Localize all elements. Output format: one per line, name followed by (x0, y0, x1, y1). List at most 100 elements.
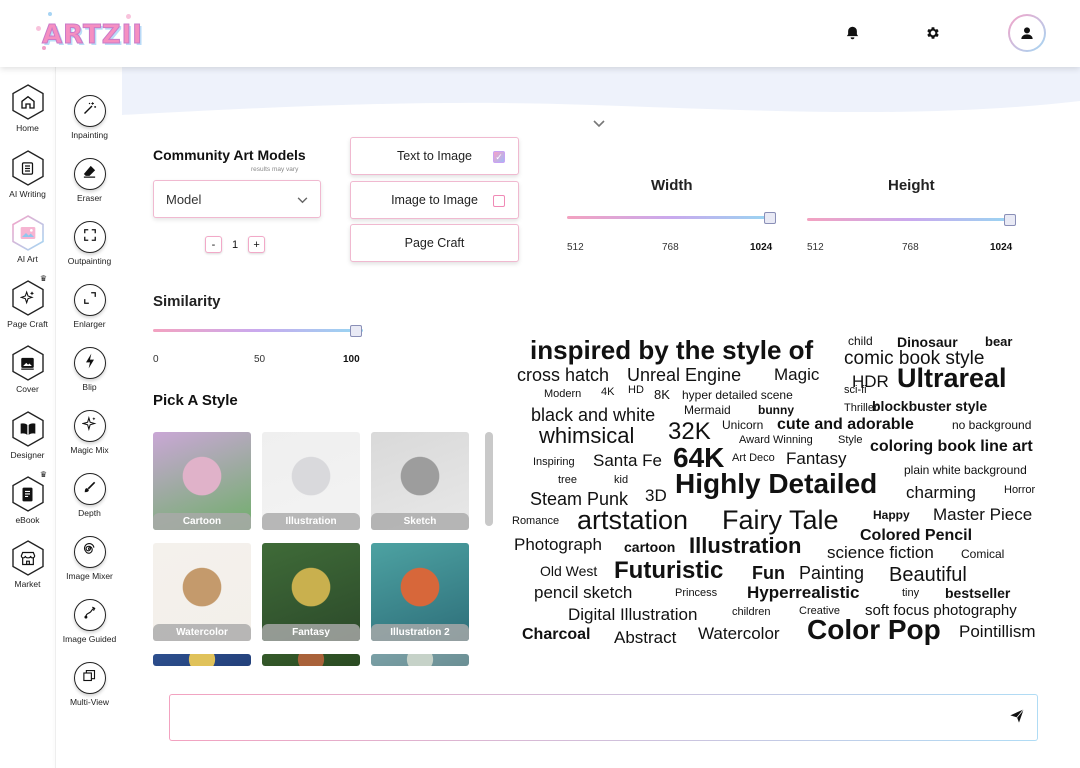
nav-ebook[interactable]: ♛ eBook (0, 470, 55, 525)
cloud-keyword[interactable]: Highly Detailed (675, 470, 877, 498)
cloud-keyword[interactable]: Fun (752, 564, 785, 582)
cloud-keyword[interactable]: Ultrareal (897, 365, 1007, 392)
cloud-keyword[interactable]: Photograph (514, 536, 602, 553)
cloud-keyword[interactable]: pencil sketch (534, 584, 632, 601)
cloud-keyword[interactable]: Fairy Tale (722, 507, 839, 534)
cloud-keyword[interactable]: plain white background (904, 464, 1027, 476)
text-to-image-button[interactable]: Text to Image ✓ (350, 137, 519, 175)
cloud-keyword[interactable]: Inspiring (533, 457, 575, 468)
cloud-keyword[interactable]: Happy (873, 509, 910, 521)
tool-inpainting[interactable]: Inpainting (56, 95, 123, 140)
cloud-keyword[interactable]: sci-fi (844, 385, 867, 396)
cloud-keyword[interactable]: blockbuster style (872, 399, 987, 413)
tool-depth[interactable]: Depth (56, 473, 123, 518)
cloud-keyword[interactable]: child (848, 335, 873, 347)
cloud-keyword[interactable]: coloring book line art (870, 439, 1033, 455)
cloud-keyword[interactable]: Colored Pencil (860, 528, 972, 544)
cloud-keyword[interactable]: cartoon (624, 540, 675, 554)
nav-market[interactable]: Market (0, 540, 55, 589)
cloud-keyword[interactable]: whimsical (539, 425, 634, 447)
cloud-keyword[interactable]: cute and adorable (777, 417, 914, 433)
bell-icon[interactable] (842, 23, 862, 43)
cloud-keyword[interactable]: Style (838, 435, 862, 446)
cloud-keyword[interactable]: Master Piece (933, 506, 1032, 523)
cloud-keyword[interactable]: bear (985, 335, 1012, 348)
style-tile[interactable]: Illustration (262, 432, 360, 530)
text-to-image-checkbox[interactable]: ✓ (493, 151, 505, 163)
tool-magic-mix[interactable]: Magic Mix (56, 410, 123, 455)
user-avatar-button[interactable] (1008, 14, 1046, 52)
cloud-keyword[interactable]: cross hatch (517, 366, 609, 384)
cloud-keyword[interactable]: Beautiful (889, 565, 967, 585)
page-craft-button[interactable]: Page Craft (350, 224, 519, 262)
nav-cover[interactable]: Cover (0, 345, 55, 394)
cloud-keyword[interactable]: no background (952, 419, 1031, 431)
cloud-keyword[interactable]: Award Winning (739, 435, 813, 446)
style-tile[interactable] (371, 654, 469, 666)
nav-page-craft[interactable]: ♛ Page Craft (0, 274, 55, 329)
cloud-keyword[interactable]: bestseller (945, 586, 1010, 600)
similarity-slider-thumb[interactable] (350, 325, 362, 337)
cloud-keyword[interactable]: Color Pop (807, 616, 941, 644)
style-tile[interactable] (153, 654, 251, 666)
tool-eraser[interactable]: Eraser (56, 158, 123, 203)
cloud-keyword[interactable]: bunny (758, 404, 794, 416)
cloud-keyword[interactable]: science fiction (827, 544, 934, 561)
cloud-keyword[interactable]: 32K (668, 420, 711, 444)
cloud-keyword[interactable]: Romance (512, 516, 559, 527)
app-logo[interactable]: ARTZII (34, 8, 142, 58)
cloud-keyword[interactable]: Fantasy (786, 450, 846, 467)
cloud-keyword[interactable]: Modern (544, 389, 581, 400)
cloud-keyword[interactable]: Unicorn (722, 419, 763, 431)
cloud-keyword[interactable]: inspired by the style of (530, 337, 813, 363)
cloud-keyword[interactable]: Charcoal (522, 627, 590, 643)
send-icon[interactable] (1009, 708, 1025, 729)
image-to-image-checkbox[interactable] (493, 195, 505, 207)
cloud-keyword[interactable]: Illustration (689, 535, 801, 557)
cloud-keyword[interactable]: kid (614, 475, 628, 486)
cloud-keyword[interactable]: Santa Fe (593, 452, 662, 469)
cloud-keyword[interactable]: artstation (577, 507, 688, 534)
cloud-keyword[interactable]: black and white (531, 406, 655, 424)
nav-designer[interactable]: Designer (0, 411, 55, 460)
cloud-keyword[interactable]: 4K (601, 387, 614, 398)
nav-ai-writing[interactable]: AI Writing (0, 150, 55, 199)
cloud-keyword[interactable]: Dinosaur (897, 335, 958, 349)
cloud-keyword[interactable]: 8K (654, 388, 670, 401)
cloud-keyword[interactable]: Futuristic (614, 559, 723, 583)
cloud-keyword[interactable]: hyper detailed scene (682, 389, 793, 401)
similarity-slider-track[interactable] (153, 329, 363, 332)
decrement-button[interactable]: - (205, 236, 222, 253)
gear-icon[interactable] (923, 23, 943, 43)
cloud-keyword[interactable]: Old West (540, 564, 597, 578)
tool-image-guided[interactable]: Image Guided (56, 599, 123, 644)
prompt-input[interactable] (170, 695, 990, 740)
tool-outpainting[interactable]: Outpainting (56, 221, 123, 266)
style-tile[interactable]: Watercolor (153, 543, 251, 641)
cloud-keyword[interactable]: Mermaid (684, 404, 731, 416)
cloud-keyword[interactable]: charming (906, 484, 976, 501)
tool-image-mixer[interactable]: Image Mixer (56, 536, 123, 581)
cloud-keyword[interactable]: children (732, 607, 771, 618)
tool-enlarger[interactable]: Enlarger (56, 284, 123, 329)
cloud-keyword[interactable]: Comical (961, 548, 1004, 560)
cloud-keyword[interactable]: Watercolor (698, 625, 780, 642)
cloud-keyword[interactable]: tree (558, 475, 577, 486)
cloud-keyword[interactable]: Horror (1004, 485, 1035, 496)
style-tile[interactable]: Fantasy (262, 543, 360, 641)
cloud-keyword[interactable]: 3D (645, 487, 667, 504)
image-to-image-button[interactable]: Image to Image (350, 181, 519, 219)
cloud-keyword[interactable]: tiny (902, 588, 919, 599)
width-slider-thumb[interactable] (764, 212, 776, 224)
style-grid-scrollbar[interactable] (485, 432, 493, 526)
model-select[interactable]: Model (153, 180, 321, 218)
cloud-keyword[interactable]: Digital Illustration (568, 606, 697, 623)
style-tile[interactable]: Sketch (371, 432, 469, 530)
cloud-keyword[interactable]: Abstract (614, 629, 676, 646)
style-tile[interactable]: Cartoon (153, 432, 251, 530)
cloud-keyword[interactable]: HD (628, 385, 644, 396)
cloud-keyword[interactable]: Pointillism (959, 623, 1036, 640)
height-slider-thumb[interactable] (1004, 214, 1016, 226)
width-slider-track[interactable] (567, 216, 776, 219)
collapse-chevron-icon[interactable] (593, 115, 605, 133)
